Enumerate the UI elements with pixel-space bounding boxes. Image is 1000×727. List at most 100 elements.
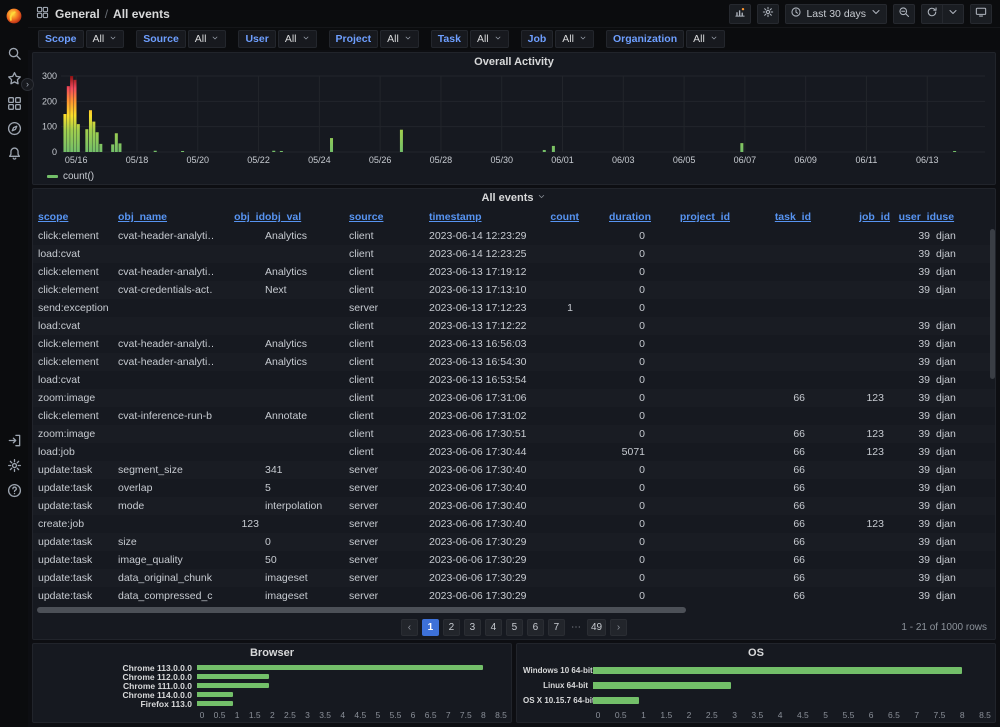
os-chart: Windows 10 64-bitLinux 64-bitOS X 10.15.… [517,661,995,722]
column-header-scope[interactable]: scope [38,211,118,223]
cell-job_id: 123 [811,518,890,530]
explore-compass-icon[interactable] [4,118,24,138]
panel-title-overall-activity[interactable]: Overall Activity [33,53,995,70]
pagination-prev-button[interactable]: ‹ [401,619,418,636]
panel-title-os[interactable]: OS [517,644,995,661]
horizontal-scrollbar[interactable] [37,606,991,614]
pagination-page-2[interactable]: 2 [443,619,460,636]
pagination-page-49[interactable]: 49 [587,619,606,636]
filter-value-dropdown[interactable]: All [555,30,594,48]
apps-icon[interactable] [4,93,24,113]
all-events-panel: All events scopeobj_nameobj_idobj_valsou… [32,188,996,640]
pagination-page-5[interactable]: 5 [506,619,523,636]
cell-use: djan [936,230,990,242]
filter-value-dropdown[interactable]: All [470,30,509,48]
column-header-timestamp[interactable]: timestamp [429,211,541,223]
horizontal-scrollbar-thumb[interactable] [37,607,686,613]
cell-source: client [349,374,429,386]
pagination-row: ‹1234567⋯49› 1 - 21 of 1000 rows [33,615,995,639]
filter-value-dropdown[interactable]: All [686,30,725,48]
column-header-use[interactable]: use [936,211,990,223]
search-icon[interactable] [4,43,24,63]
legend-label[interactable]: count() [63,171,94,182]
column-header-source[interactable]: source [349,211,429,223]
activity-bar [181,151,184,152]
gear-icon[interactable] [4,455,24,475]
panel-analytics-button[interactable] [729,4,751,24]
hbar-bar[interactable] [593,682,731,689]
hbar-bar[interactable] [593,697,639,704]
cell-duration: 0 [579,320,651,332]
hbar-bar[interactable] [197,674,269,679]
hbar-track [197,692,501,697]
time-range-picker[interactable]: Last 30 days [785,4,887,24]
column-header-obj_val[interactable]: obj_val [265,211,349,223]
hbar-bar[interactable] [197,701,233,706]
hbar-bar[interactable] [593,667,962,674]
vertical-scrollbar-thumb[interactable] [990,229,995,379]
pagination-ellipsis: ⋯ [569,622,583,633]
table-row: click:elementcvat-credentials-act…Nextcl… [33,281,995,299]
caret-down-icon [710,33,718,45]
x-axis-tick: 0 [596,710,601,720]
filter-label: Job [521,30,554,48]
activity-chart-svg[interactable]: 010020030005/1605/1805/2005/2205/2405/26… [37,70,989,168]
hbar-track [197,665,501,670]
column-header-obj_id[interactable]: obj_id [213,211,265,223]
pagination-page-6[interactable]: 6 [527,619,544,636]
os-panel: OS Windows 10 64-bitLinux 64-bitOS X 10.… [516,643,996,723]
cell-use: djan [936,320,990,332]
activity-bar [96,132,99,152]
sidebar-expand-button[interactable]: › [21,78,34,91]
kiosk-mode-button[interactable] [970,4,992,24]
pagination-page-3[interactable]: 3 [464,619,481,636]
cell-scope: send:exception [38,302,118,314]
column-header-user_id[interactable]: user_id [890,211,936,223]
pagination-page-1[interactable]: 1 [422,619,439,636]
grafana-logo[interactable] [4,6,24,26]
cell-duration: 0 [579,500,651,512]
refresh-button[interactable] [921,4,943,24]
cell-task_id: 66 [730,536,811,548]
column-header-task_id[interactable]: task_id [730,211,811,223]
table-rows: click:elementcvat-header-analyti…Analyti… [33,227,995,605]
filter-value-dropdown[interactable]: All [278,30,317,48]
column-header-duration[interactable]: duration [579,211,651,223]
filter-value: All [195,33,207,45]
alerting-bell-icon[interactable] [4,143,24,163]
filter-value-dropdown[interactable]: All [188,30,227,48]
pagination-next-button[interactable]: › [610,619,627,636]
breadcrumb-folder[interactable]: General [55,7,100,21]
hbar-bar[interactable] [197,683,269,688]
caret-down-icon [579,33,587,45]
x-axis-tick: 7.5 [934,710,946,720]
x-axis-tick: 0.5 [214,710,226,720]
cell-obj_val: Next [265,284,349,296]
column-header-obj_name[interactable]: obj_name [118,211,213,223]
x-axis-tick: 2 [270,710,275,720]
panel-menu-caret-icon[interactable] [537,192,546,204]
hbar-track [197,674,501,679]
column-header-project_id[interactable]: project_id [651,211,730,223]
hbar-bar[interactable] [197,692,233,697]
help-icon[interactable] [4,480,24,500]
panel-title-browser[interactable]: Browser [33,644,511,661]
panel-title-all-events[interactable]: All events [33,189,995,206]
refresh-interval-dropdown[interactable] [943,4,964,24]
vertical-scrollbar[interactable] [990,229,995,599]
pagination-page-4[interactable]: 4 [485,619,502,636]
filter-value-dropdown[interactable]: All [86,30,125,48]
cell-duration: 0 [579,464,651,476]
cell-obj_name: cvat-credentials-act… [118,284,213,296]
cell-task_id: 66 [730,554,811,566]
hbar-x-axis: 00.511.522.533.544.555.566.577.588.5 [598,708,985,720]
pagination-page-7[interactable]: 7 [548,619,565,636]
zoom-out-button[interactable] [893,4,915,24]
cell-source: client [349,320,429,332]
filter-value-dropdown[interactable]: All [380,30,419,48]
column-header-job_id[interactable]: job_id [811,211,890,223]
dashboard-settings-button[interactable] [757,4,779,24]
column-header-count[interactable]: count [541,211,579,223]
hbar-bar[interactable] [197,665,483,670]
sign-in-icon[interactable] [4,430,24,450]
